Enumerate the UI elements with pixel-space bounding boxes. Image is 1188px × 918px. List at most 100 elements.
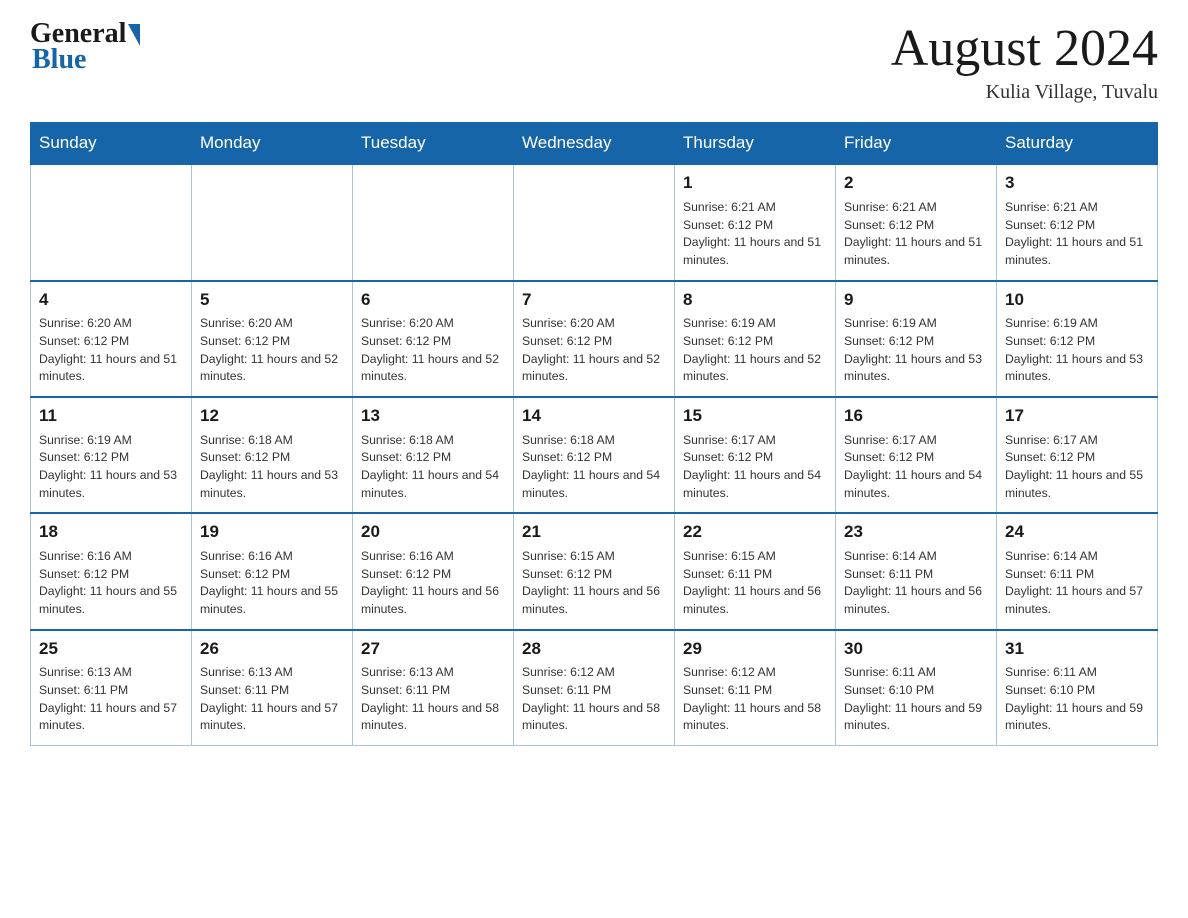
calendar-table: SundayMondayTuesdayWednesdayThursdayFrid…	[30, 122, 1158, 746]
calendar-header-row: SundayMondayTuesdayWednesdayThursdayFrid…	[31, 123, 1158, 165]
calendar-cell: 27Sunrise: 6:13 AMSunset: 6:11 PMDayligh…	[353, 630, 514, 746]
day-info: Sunrise: 6:17 AMSunset: 6:12 PMDaylight:…	[683, 432, 827, 503]
calendar-cell	[192, 164, 353, 280]
day-number: 7	[522, 288, 666, 313]
page-header: General Blue August 2024 Kulia Village, …	[30, 20, 1158, 104]
day-info: Sunrise: 6:16 AMSunset: 6:12 PMDaylight:…	[361, 548, 505, 619]
day-number: 30	[844, 637, 988, 662]
week-row-4: 18 Sunrise: 6:16 AMSunset: 6:12 PMDayligh…	[31, 513, 1158, 629]
day-info: Sunrise: 6:17 AMSunset: 6:12 PMDaylight:…	[844, 432, 988, 503]
calendar-cell: 29Sunrise: 6:12 AMSunset: 6:11 PMDayligh…	[675, 630, 836, 746]
calendar-cell: 15 Sunrise: 6:17 AMSunset: 6:12 PMDayligh…	[675, 397, 836, 513]
calendar-cell: 9Sunrise: 6:19 AMSunset: 6:12 PMDaylight…	[836, 281, 997, 397]
calendar-cell: 10Sunrise: 6:19 AMSunset: 6:12 PMDayligh…	[997, 281, 1158, 397]
day-number: 13	[361, 404, 505, 429]
calendar-cell: 30Sunrise: 6:11 AMSunset: 6:10 PMDayligh…	[836, 630, 997, 746]
day-info: Sunrise: 6:16 AMSunset: 6:12 PMDaylight:…	[39, 548, 183, 619]
calendar-cell: 12 Sunrise: 6:18 AMSunset: 6:12 PMDayligh…	[192, 397, 353, 513]
day-number: 25	[39, 637, 183, 662]
calendar-cell: 11 Sunrise: 6:19 AMSunset: 6:12 PMDayligh…	[31, 397, 192, 513]
day-info: Sunrise: 6:19 AMSunset: 6:12 PMDaylight:…	[1005, 315, 1149, 386]
day-info: Sunrise: 6:16 AMSunset: 6:12 PMDaylight:…	[200, 548, 344, 619]
week-row-3: 11 Sunrise: 6:19 AMSunset: 6:12 PMDayligh…	[31, 397, 1158, 513]
week-row-1: 1Sunrise: 6:21 AMSunset: 6:12 PMDaylight…	[31, 164, 1158, 280]
day-number: 6	[361, 288, 505, 313]
week-row-2: 4Sunrise: 6:20 AMSunset: 6:12 PMDaylight…	[31, 281, 1158, 397]
calendar-cell: 16Sunrise: 6:17 AMSunset: 6:12 PMDayligh…	[836, 397, 997, 513]
calendar-cell: 25Sunrise: 6:13 AMSunset: 6:11 PMDayligh…	[31, 630, 192, 746]
day-number: 18	[39, 520, 183, 545]
title-block: August 2024 Kulia Village, Tuvalu	[891, 20, 1158, 104]
logo-blue-text: Blue	[30, 46, 140, 74]
calendar-cell: 3Sunrise: 6:21 AMSunset: 6:12 PMDaylight…	[997, 164, 1158, 280]
calendar-cell: 18 Sunrise: 6:16 AMSunset: 6:12 PMDayligh…	[31, 513, 192, 629]
month-title: August 2024	[891, 20, 1158, 77]
calendar-cell: 22 Sunrise: 6:15 AMSunset: 6:11 PMDayligh…	[675, 513, 836, 629]
day-info: Sunrise: 6:20 AMSunset: 6:12 PMDaylight:…	[39, 315, 183, 386]
day-number: 19	[200, 520, 344, 545]
day-info: Sunrise: 6:20 AMSunset: 6:12 PMDaylight:…	[522, 315, 666, 386]
weekday-header-thursday: Thursday	[675, 123, 836, 165]
calendar-cell: 7Sunrise: 6:20 AMSunset: 6:12 PMDaylight…	[514, 281, 675, 397]
day-info: Sunrise: 6:21 AMSunset: 6:12 PMDaylight:…	[1005, 199, 1149, 270]
weekday-header-monday: Monday	[192, 123, 353, 165]
day-number: 11	[39, 404, 183, 429]
calendar-cell: 28Sunrise: 6:12 AMSunset: 6:11 PMDayligh…	[514, 630, 675, 746]
day-info: Sunrise: 6:19 AMSunset: 6:12 PMDaylight:…	[683, 315, 827, 386]
day-number: 8	[683, 288, 827, 313]
day-number: 24	[1005, 520, 1149, 545]
calendar-cell: 24 Sunrise: 6:14 AMSunset: 6:11 PMDayligh…	[997, 513, 1158, 629]
location-title: Kulia Village, Tuvalu	[891, 81, 1158, 104]
day-info: Sunrise: 6:19 AMSunset: 6:12 PMDaylight:…	[844, 315, 988, 386]
day-number: 15	[683, 404, 827, 429]
day-number: 26	[200, 637, 344, 662]
day-number: 29	[683, 637, 827, 662]
calendar-cell	[353, 164, 514, 280]
calendar-cell	[31, 164, 192, 280]
weekday-header-wednesday: Wednesday	[514, 123, 675, 165]
day-info: Sunrise: 6:11 AMSunset: 6:10 PMDaylight:…	[1005, 664, 1149, 735]
logo: General Blue	[30, 20, 140, 74]
day-info: Sunrise: 6:11 AMSunset: 6:10 PMDaylight:…	[844, 664, 988, 735]
day-number: 2	[844, 171, 988, 196]
day-info: Sunrise: 6:19 AMSunset: 6:12 PMDaylight:…	[39, 432, 183, 503]
day-number: 12	[200, 404, 344, 429]
day-number: 23	[844, 520, 988, 545]
day-info: Sunrise: 6:20 AMSunset: 6:12 PMDaylight:…	[200, 315, 344, 386]
day-info: Sunrise: 6:21 AMSunset: 6:12 PMDaylight:…	[683, 199, 827, 270]
calendar-cell: 5Sunrise: 6:20 AMSunset: 6:12 PMDaylight…	[192, 281, 353, 397]
calendar-cell: 21 Sunrise: 6:15 AMSunset: 6:12 PMDayligh…	[514, 513, 675, 629]
day-info: Sunrise: 6:13 AMSunset: 6:11 PMDaylight:…	[39, 664, 183, 735]
day-info: Sunrise: 6:13 AMSunset: 6:11 PMDaylight:…	[361, 664, 505, 735]
calendar-cell: 17Sunrise: 6:17 AMSunset: 6:12 PMDayligh…	[997, 397, 1158, 513]
day-info: Sunrise: 6:15 AMSunset: 6:11 PMDaylight:…	[683, 548, 827, 619]
calendar-cell: 14Sunrise: 6:18 AMSunset: 6:12 PMDayligh…	[514, 397, 675, 513]
day-info: Sunrise: 6:14 AMSunset: 6:11 PMDaylight:…	[1005, 548, 1149, 619]
day-number: 14	[522, 404, 666, 429]
day-number: 10	[1005, 288, 1149, 313]
day-number: 4	[39, 288, 183, 313]
day-number: 9	[844, 288, 988, 313]
calendar-cell: 2 Sunrise: 6:21 AMSunset: 6:12 PMDaylight…	[836, 164, 997, 280]
day-info: Sunrise: 6:15 AMSunset: 6:12 PMDaylight:…	[522, 548, 666, 619]
calendar-cell: 20Sunrise: 6:16 AMSunset: 6:12 PMDayligh…	[353, 513, 514, 629]
day-info: Sunrise: 6:12 AMSunset: 6:11 PMDaylight:…	[522, 664, 666, 735]
day-info: Sunrise: 6:14 AMSunset: 6:11 PMDaylight:…	[844, 548, 988, 619]
calendar-cell: 19 Sunrise: 6:16 AMSunset: 6:12 PMDayligh…	[192, 513, 353, 629]
calendar-cell: 31Sunrise: 6:11 AMSunset: 6:10 PMDayligh…	[997, 630, 1158, 746]
logo-triangle-icon	[128, 24, 140, 46]
day-info: Sunrise: 6:18 AMSunset: 6:12 PMDaylight:…	[200, 432, 344, 503]
calendar-cell: 4Sunrise: 6:20 AMSunset: 6:12 PMDaylight…	[31, 281, 192, 397]
day-number: 21	[522, 520, 666, 545]
day-number: 5	[200, 288, 344, 313]
calendar-cell: 26Sunrise: 6:13 AMSunset: 6:11 PMDayligh…	[192, 630, 353, 746]
day-info: Sunrise: 6:12 AMSunset: 6:11 PMDaylight:…	[683, 664, 827, 735]
day-info: Sunrise: 6:13 AMSunset: 6:11 PMDaylight:…	[200, 664, 344, 735]
weekday-header-tuesday: Tuesday	[353, 123, 514, 165]
day-info: Sunrise: 6:21 AMSunset: 6:12 PMDaylight:…	[844, 199, 988, 270]
calendar-cell	[514, 164, 675, 280]
calendar-cell: 6Sunrise: 6:20 AMSunset: 6:12 PMDaylight…	[353, 281, 514, 397]
day-number: 22	[683, 520, 827, 545]
day-number: 27	[361, 637, 505, 662]
day-number: 17	[1005, 404, 1149, 429]
